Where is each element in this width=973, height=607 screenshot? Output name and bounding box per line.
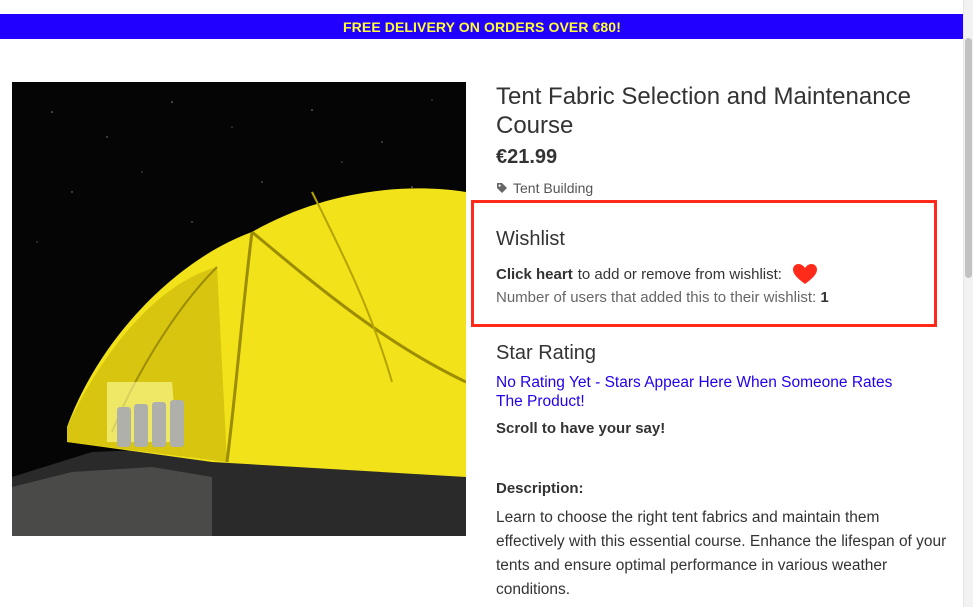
wishlist-instruction-bold: Click heart (496, 265, 573, 283)
product-info: Tent Fabric Selection and Maintenance Co… (496, 82, 951, 196)
wishlist-instruction-text: to add or remove from wishlist: (577, 265, 782, 283)
product-category[interactable]: Tent Building (496, 180, 951, 196)
delivery-banner: FREE DELIVERY ON ORDERS OVER €80! (0, 14, 964, 39)
page-scrollbar[interactable] (963, 0, 973, 607)
no-rating-link[interactable]: No Rating Yet - Stars Appear Here When S… (496, 373, 896, 411)
tag-icon (497, 183, 507, 193)
wishlist-instruction: Click heart to add or remove from wishli… (496, 263, 818, 285)
product-title: Tent Fabric Selection and Maintenance Co… (496, 83, 911, 139)
description-text: Learn to choose the right tent fabrics a… (496, 509, 947, 598)
star-rating-heading: Star Rating (496, 342, 597, 364)
scrollbar-thumb[interactable] (965, 38, 972, 278)
product-image (12, 82, 466, 536)
category-label: Tent Building (513, 180, 594, 196)
heart-icon[interactable] (792, 263, 818, 285)
wishlist-heading: Wishlist (496, 228, 565, 250)
wishlist-count-value: 1 (820, 289, 829, 306)
description-label: Description: (496, 480, 584, 497)
wishlist-count-label: Number of users that added this to their… (496, 289, 817, 306)
rating-cta: Scroll to have your say! (496, 420, 666, 437)
tent-photo (12, 82, 466, 536)
delivery-banner-text: FREE DELIVERY ON ORDERS OVER €80! (343, 18, 621, 35)
wishlist-count: Number of users that added this to their… (496, 289, 829, 306)
product-price: €21.99 (496, 146, 558, 168)
